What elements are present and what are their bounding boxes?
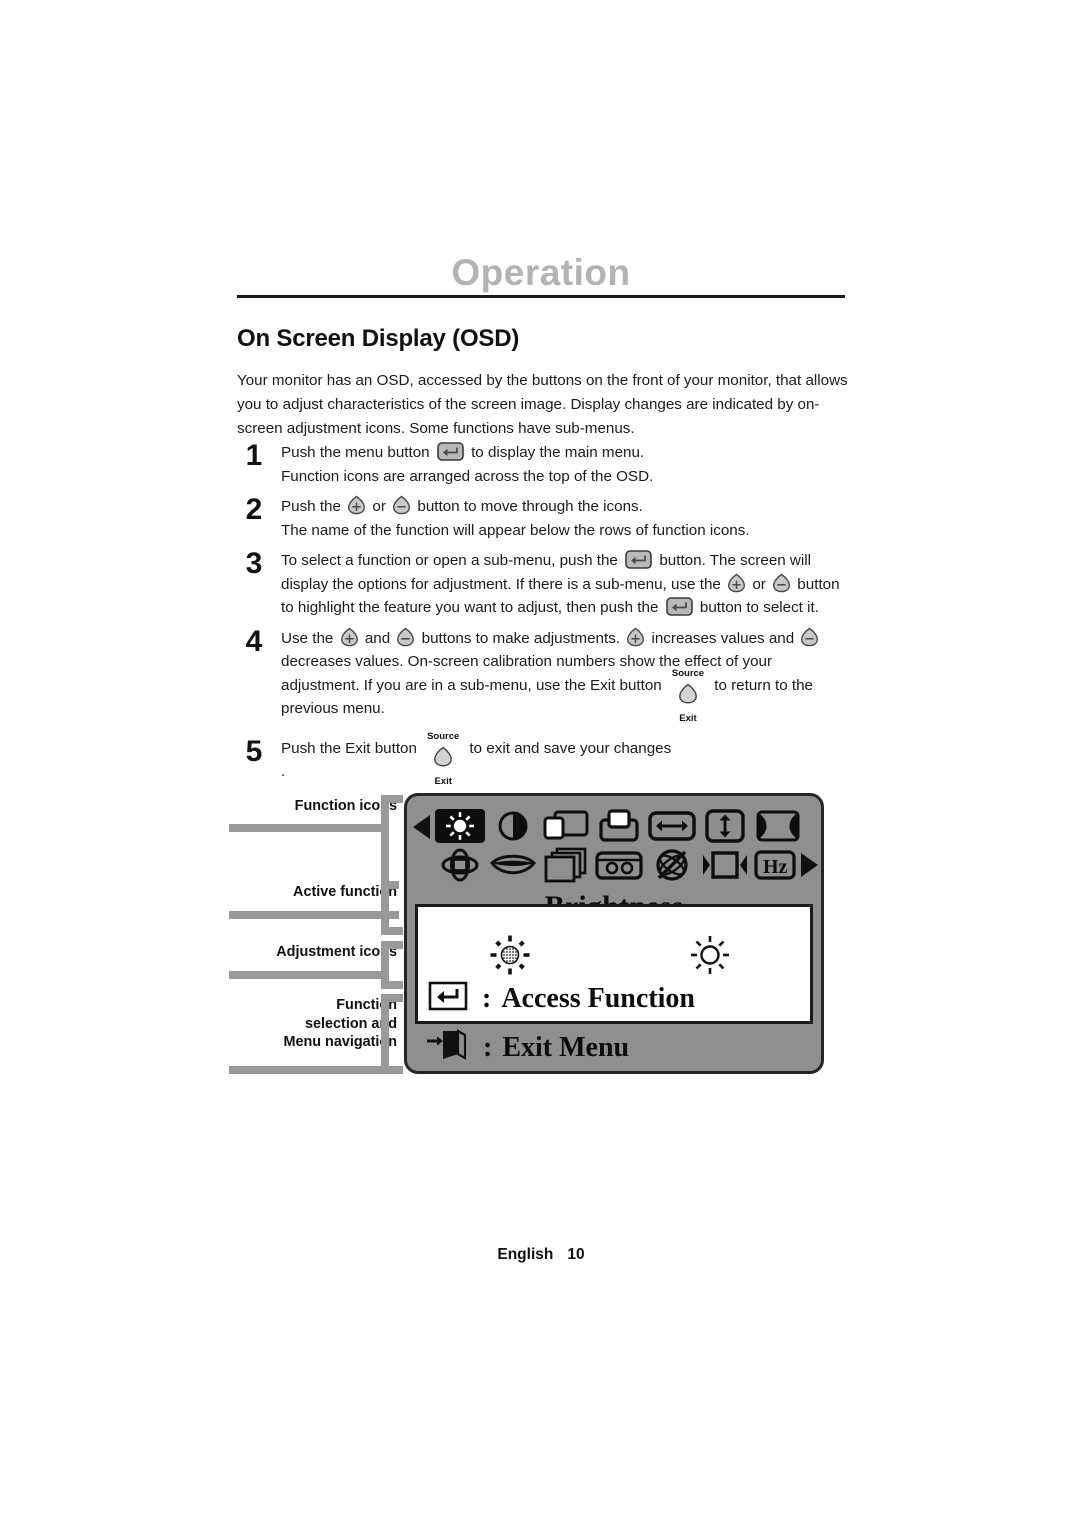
footer-language: English	[497, 1246, 554, 1263]
osd-icon-row-1	[433, 804, 805, 848]
step-3: 3 To select a function or open a sub-men…	[237, 549, 852, 620]
step-1-body: Push the menu button to display the main…	[281, 441, 852, 488]
step-3-text-e: button to select it.	[699, 599, 819, 616]
parallelogram-icon[interactable]	[539, 843, 592, 887]
callout-leader-4	[229, 1066, 385, 1074]
plus-button-icon[interactable]	[727, 573, 746, 593]
osd-icon-row-2: Hz	[433, 843, 805, 887]
osd-function-icons: Hz	[407, 796, 821, 898]
footer-page-number: 10	[567, 1246, 585, 1263]
enter-arrow-boxed-icon[interactable]	[428, 980, 468, 1017]
source-label: Source	[671, 667, 705, 679]
trapezoid-icon[interactable]	[486, 843, 539, 887]
step-2-text-b: or	[372, 498, 386, 515]
pinbalance-icon[interactable]	[592, 843, 645, 887]
step-5: 5 Push the Exit button Source Exit to ex…	[237, 731, 852, 787]
plus-button-icon[interactable]	[626, 627, 645, 647]
intro-paragraph: Your monitor has an OSD, accessed by the…	[237, 372, 848, 438]
minus-button-icon[interactable]	[772, 573, 791, 593]
step-3-body: To select a function or open a sub-menu,…	[281, 549, 852, 620]
step-3-text-c: or	[752, 575, 766, 593]
pincushion-icon[interactable]	[752, 804, 805, 848]
step-4-text-d: increases values and	[651, 629, 795, 647]
degauss-icon[interactable]	[646, 843, 699, 887]
osd-exit-label: Exit Menu	[502, 1031, 630, 1063]
vertical-position-icon[interactable]	[592, 804, 645, 848]
minus-button-icon[interactable]	[396, 627, 415, 647]
step-1-line2: Function icons are arranged across the t…	[281, 467, 654, 485]
enter-arrow-icon[interactable]	[437, 442, 464, 461]
step-2: 2 Push the or button to move through the…	[237, 495, 852, 542]
frequency-hz-icon[interactable]: Hz	[752, 843, 805, 887]
callout-leader-1	[229, 824, 385, 832]
plus-button-icon[interactable]	[347, 495, 366, 515]
step-4: 4 Use the and buttons to make adjustment…	[237, 624, 852, 724]
step-5-text-b: to exit and save your changes	[469, 739, 672, 757]
brightness-decrease-icon[interactable]	[488, 933, 532, 982]
zoom-icon[interactable]	[699, 843, 752, 887]
step-5-text-a: Push the Exit button	[281, 739, 417, 757]
source-exit-button-icon[interactable]: Source Exit	[668, 668, 708, 724]
page-footer: English 10	[237, 1246, 845, 1264]
step-4-text-a: Use the	[281, 629, 334, 647]
horizontal-size-icon[interactable]	[646, 804, 699, 848]
exit-label: Exit	[434, 776, 452, 787]
callout-function-icons-label: Function icons	[294, 798, 397, 814]
callout-adjustment-icons-label: Adjustment icons	[276, 944, 397, 960]
brightness-increase-icon[interactable]	[688, 933, 732, 982]
manual-page: Operation On Screen Display (OSD) Your m…	[0, 0, 1080, 1528]
step-3-number: 3	[245, 547, 263, 580]
source-exit-button-icon[interactable]: Source Exit	[423, 731, 463, 787]
plus-button-icon[interactable]	[340, 627, 359, 647]
step-1-text-b: to display the main menu.	[471, 444, 645, 461]
step-4-body: Use the and buttons to make adjustments.	[281, 627, 852, 724]
enter-arrow-icon[interactable]	[625, 550, 652, 569]
osd-adjustment-area: : Access Function	[415, 904, 813, 1024]
step-3-text-a: To select a function or open a sub-menu,…	[281, 552, 618, 569]
step-4-text-b: and	[364, 629, 391, 647]
header-divider	[237, 295, 845, 298]
step-1-text-a: Push the menu button	[281, 444, 430, 461]
minus-button-icon[interactable]	[392, 495, 411, 515]
step-2-text-a: Push the	[281, 498, 341, 515]
exit-label: Exit	[679, 713, 697, 724]
step-4-number: 4	[245, 624, 263, 658]
contrast-icon[interactable]	[486, 804, 539, 848]
callout-function-selection-label: Function selection and Menu navigation	[283, 997, 397, 1050]
horizontal-position-icon[interactable]	[539, 804, 592, 848]
step-2-body: Push the or button to move through the i…	[281, 495, 852, 542]
callout-leader-3	[229, 971, 385, 979]
step-1-number: 1	[245, 439, 263, 472]
step-2-number: 2	[245, 493, 263, 526]
osd-adjustment-icons	[418, 927, 810, 979]
osd-access-legend: : Access Function	[428, 980, 808, 1017]
steps-list: 1 Push the menu button to display the ma…	[237, 441, 852, 787]
osd-panel: Hz Brightness	[404, 793, 824, 1074]
callout-active-function-label: Active function	[293, 884, 397, 900]
osd-exit-legend: : Exit Menu	[425, 1028, 805, 1067]
source-label: Source	[427, 730, 460, 742]
rotation-icon[interactable]	[433, 843, 486, 887]
osd-access-label: Access Function	[501, 982, 695, 1014]
minus-button-icon[interactable]	[800, 627, 819, 647]
brightness-icon[interactable]	[433, 804, 486, 848]
callout-leader-2	[229, 911, 385, 919]
enter-arrow-icon[interactable]	[665, 597, 693, 616]
step-5-body: Push the Exit button Source Exit to exit…	[281, 731, 852, 787]
step-5-line2: .	[281, 763, 286, 780]
exit-door-icon[interactable]	[425, 1028, 469, 1067]
step-2-line2: The name of the function will appear bel…	[281, 521, 750, 539]
step-4-text-c: buttons to make adjustments.	[421, 629, 621, 647]
step-5-number: 5	[245, 734, 263, 768]
section-heading: On Screen Display (OSD)	[237, 325, 520, 352]
vertical-size-icon[interactable]	[699, 804, 752, 848]
step-1: 1 Push the menu button to display the ma…	[237, 441, 852, 488]
legend-colon: :	[483, 1031, 493, 1063]
page-title: Operation	[451, 252, 631, 293]
legend-colon: :	[482, 982, 492, 1014]
step-2-text-c: button to move through the icons.	[417, 498, 643, 515]
svg-text:Hz: Hz	[763, 856, 788, 878]
